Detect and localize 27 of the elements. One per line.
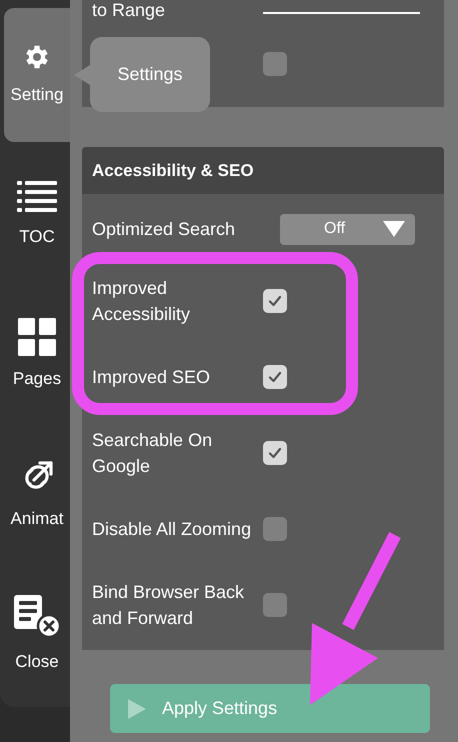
checkbox[interactable]: [263, 365, 287, 389]
check-icon: [268, 447, 282, 459]
sidebar-item[interactable]: Close: [4, 568, 70, 702]
checkbox[interactable]: [263, 517, 287, 541]
check-icon: [268, 371, 282, 383]
row-label: Disable All Zooming: [92, 518, 252, 541]
sidebar-item[interactable]: Pages: [4, 288, 70, 422]
sidebar-item[interactable]: Animat: [4, 428, 70, 562]
section-header: Accessibility & SEO: [82, 147, 444, 194]
list-icon: [17, 180, 57, 214]
tooltip: Settings: [74, 37, 210, 112]
check-icon: [268, 295, 282, 307]
row-label: Optimized Search: [92, 218, 236, 241]
checkbox[interactable]: [263, 593, 287, 617]
checkbox[interactable]: [263, 441, 287, 465]
row-label: Improved SEO: [92, 366, 212, 389]
checkbox[interactable]: [263, 52, 287, 76]
row-label: Bind Browser Back and Forward: [92, 581, 246, 630]
checkbox[interactable]: [263, 289, 287, 313]
play-icon: [128, 698, 146, 718]
row-label: Improved Accessibility: [92, 277, 192, 326]
sidebar-item[interactable]: TOC: [4, 148, 70, 282]
row-label: to Range: [92, 0, 166, 20]
row-label: Searchable On Google: [92, 429, 214, 478]
grid-icon: [18, 318, 56, 356]
sidebar-item[interactable]: Setting: [4, 8, 70, 142]
caret-icon: [383, 221, 405, 237]
